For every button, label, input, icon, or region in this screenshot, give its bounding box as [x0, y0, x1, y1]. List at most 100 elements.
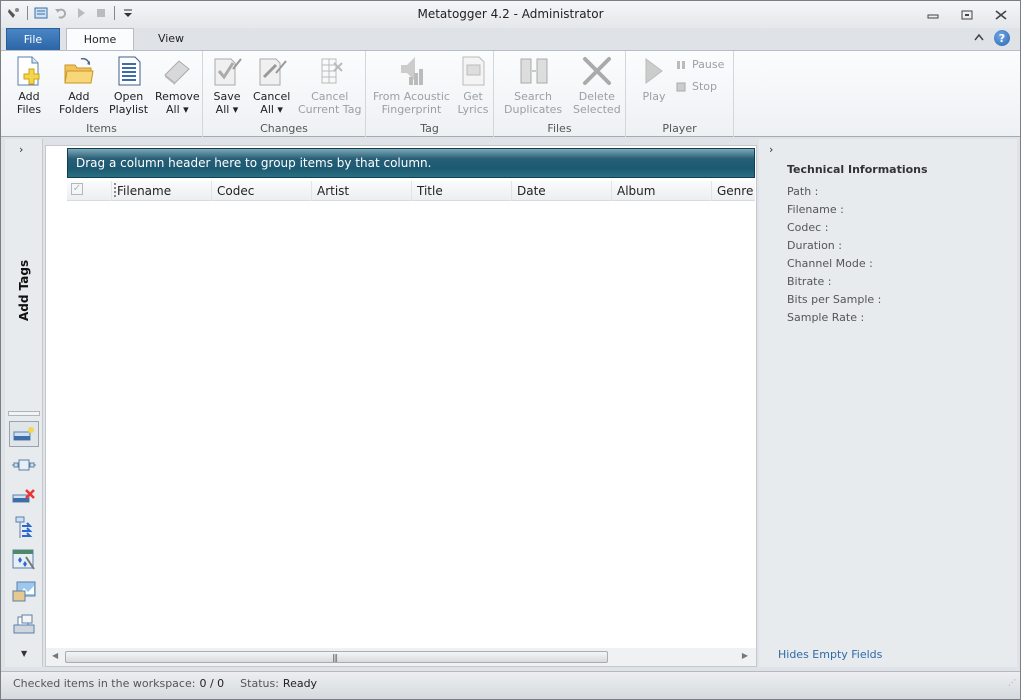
checked-items-value: 0 / 0 [199, 677, 225, 690]
duplicates-icon [517, 55, 549, 87]
button-label: Add [68, 90, 90, 103]
field-path: Path : [787, 185, 819, 198]
script-tool-icon[interactable] [9, 547, 39, 573]
add-tag-tool-icon[interactable] [9, 421, 39, 447]
scroll-left-arrow-icon[interactable]: ◀ [52, 651, 58, 660]
ribbon-group-tag: From Acoustic Fingerprint Get Lyrics Tag [366, 51, 494, 137]
play-button[interactable]: Play [638, 55, 670, 103]
eraser-icon [161, 55, 193, 87]
panel-splitter[interactable] [8, 411, 40, 416]
save-all-button[interactable]: Save All ▾ [211, 55, 243, 116]
play-icon [638, 55, 670, 87]
button-label: Remove [155, 90, 200, 103]
open-playlist-button[interactable]: Open Playlist [109, 55, 148, 116]
search-duplicates-button[interactable]: Search Duplicates [504, 55, 562, 116]
status-label: Status: [240, 677, 279, 690]
cancel-tag-icon [314, 55, 346, 87]
button-label: Open [113, 90, 144, 103]
window-title: Metatogger 4.2 - Administrator [417, 7, 604, 21]
button-label: Duplicates [504, 103, 563, 116]
playlist-icon [113, 55, 145, 87]
maximize-button[interactable] [960, 9, 974, 21]
horizontal-scrollbar[interactable]: ◀ ||| ▶ [46, 648, 756, 666]
add-folders-button[interactable]: Add Folders [59, 55, 99, 116]
close-button[interactable] [994, 9, 1008, 21]
field-duration: Duration : [787, 239, 842, 252]
select-all-column: ✓ [67, 181, 111, 200]
get-lyrics-button[interactable]: Get Lyrics [457, 55, 489, 116]
remove-tag-tool-icon[interactable] [9, 483, 39, 509]
cover-art-tool-icon[interactable] [9, 579, 39, 605]
checked-items-label: Checked items in the workspace: [13, 677, 196, 690]
folder-icon [63, 55, 95, 87]
button-label: Folders [59, 103, 99, 116]
ribbon-controls: ? [974, 30, 1010, 46]
ribbon-group-items: Add Files Add Folders Open Playlist Remo… [1, 51, 203, 137]
cancel-current-tag-button[interactable]: Cancel Current Tag [298, 55, 361, 116]
button-label: Selected [573, 103, 621, 116]
button-label: Get [463, 90, 483, 103]
save-tags-icon [211, 55, 243, 87]
button-label: All ▾ [215, 103, 239, 116]
ribbon-group-changes: Save All ▾ Cancel All ▾ Cancel Current T… [203, 51, 366, 137]
group-by-drop-area[interactable]: Drag a column header here to group items… [67, 148, 755, 178]
more-tools-chevron-icon[interactable]: ▼ [21, 649, 27, 658]
cancel-all-button[interactable]: Cancel All ▾ [253, 55, 290, 116]
acoustic-fingerprint-button[interactable]: From Acoustic Fingerprint [373, 55, 450, 116]
button-label: All ▾ [165, 103, 189, 116]
fingerprint-speaker-icon [395, 55, 427, 87]
app-window: Metatogger 4.2 - Administrator File Home… [0, 0, 1021, 700]
file-grid: Drag a column header here to group items… [45, 145, 757, 667]
button-label: Cancel [311, 90, 349, 103]
tag-transfer-tool-icon[interactable] [9, 515, 39, 541]
column-header-title[interactable]: Title [411, 181, 511, 201]
column-header-artist[interactable]: Artist [311, 181, 411, 201]
ribbon-group-files: Search Duplicates Delete Selected Files [494, 51, 626, 137]
button-label: Stop [692, 80, 718, 93]
left-tool-panel: › Add Tags ▼ [5, 139, 43, 667]
group-label-player: Player [662, 122, 697, 135]
help-icon[interactable]: ? [994, 30, 1010, 46]
hide-empty-fields-link[interactable]: Hides Empty Fields [778, 648, 882, 661]
scrollbar-thumb[interactable]: ||| [65, 651, 608, 663]
expand-left-panel-icon[interactable]: › [19, 143, 23, 156]
delete-selected-button[interactable]: Delete Selected [573, 55, 621, 116]
panel-title-add-tags: Add Tags [17, 259, 31, 321]
collapse-ribbon-icon[interactable] [974, 33, 984, 44]
remove-all-button[interactable]: Remove All ▾ [155, 55, 200, 116]
tab-view[interactable]: View [141, 28, 201, 51]
pause-button[interactable]: Pause [676, 58, 724, 71]
button-label: Fingerprint [381, 103, 442, 116]
button-label: Playlist [109, 103, 149, 116]
minimize-button[interactable] [926, 9, 940, 21]
column-drag-grip[interactable] [114, 183, 116, 197]
stop-button[interactable]: Stop [676, 80, 717, 93]
collapse-right-panel-icon[interactable]: › [769, 143, 773, 156]
scroll-right-arrow-icon[interactable]: ▶ [742, 651, 748, 660]
column-header-row: ✓ Filename Codec Artist Title Date Album… [67, 181, 755, 201]
column-header-date[interactable]: Date [511, 181, 611, 201]
tab-file[interactable]: File [6, 28, 60, 51]
button-label: Play [642, 90, 666, 103]
field-channel-mode: Channel Mode : [787, 257, 873, 270]
tab-home[interactable]: Home [66, 28, 134, 51]
group-label-tag: Tag [420, 122, 439, 135]
technical-info-title: Technical Informations [787, 163, 928, 176]
group-label-files: Files [547, 122, 572, 135]
button-label: Current Tag [298, 103, 362, 116]
add-files-button[interactable]: Add Files [13, 55, 45, 116]
select-all-checkbox[interactable]: ✓ [71, 183, 83, 195]
button-label: Save [213, 90, 241, 103]
button-label: Files [16, 103, 42, 116]
resize-grip-icon[interactable]: ⋰ [1008, 671, 1016, 695]
tag-editor-tool-icon[interactable] [9, 452, 39, 478]
column-header-filename[interactable]: Filename [111, 181, 211, 201]
technical-info-panel: › Technical Informations Path : Filename… [759, 139, 1017, 667]
button-label: All ▾ [260, 103, 283, 116]
stop-icon [676, 82, 686, 91]
column-header-codec[interactable]: Codec [211, 181, 311, 201]
storage-tool-icon[interactable] [9, 611, 39, 637]
lyrics-icon [457, 55, 489, 87]
column-header-genre[interactable]: Genre [711, 181, 755, 201]
column-header-album[interactable]: Album [611, 181, 711, 201]
